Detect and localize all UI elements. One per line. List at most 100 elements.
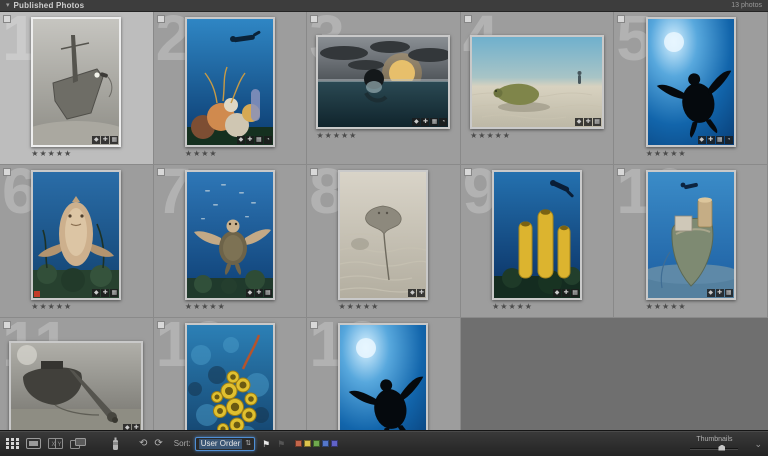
thumbnail-badges[interactable]: ◆✚▦ xyxy=(246,289,272,297)
grid-cell-7[interactable]: 7 ◆✚▦ ★★★★★ xyxy=(154,165,308,318)
toolbar-options-chevron-icon[interactable]: ⌄ xyxy=(754,436,762,452)
thumbnail-badges[interactable]: ◆✚▦◔ xyxy=(237,136,272,144)
photo-thumbnail[interactable] xyxy=(338,323,428,430)
thumbnail-badge-icon[interactable]: ◆ xyxy=(707,289,715,297)
thumbnail-badges[interactable]: ◆✚▦ xyxy=(92,289,118,297)
star-rating[interactable]: ★★★★★ xyxy=(646,301,736,312)
cell-marker-icon[interactable] xyxy=(310,15,318,23)
thumbnail-badges[interactable]: ◆✚▦◔ xyxy=(412,118,447,126)
thumbnail-badge-icon[interactable]: ✚ xyxy=(417,289,425,297)
thumbnail-badges[interactable]: ◆✚ xyxy=(123,424,140,430)
star-rating[interactable]: ★★★★ xyxy=(185,148,275,159)
cell-marker-icon[interactable] xyxy=(3,15,11,23)
thumbnail-badge-icon[interactable]: ✚ xyxy=(716,289,724,297)
photo-thumbnail[interactable]: ◆✚▦ xyxy=(185,170,275,300)
cell-marker-icon[interactable] xyxy=(310,168,318,176)
thumbnail-badge-icon[interactable]: ◆ xyxy=(237,136,245,144)
thumbnail-badge-icon[interactable]: ◆ xyxy=(408,289,416,297)
photo-thumbnail[interactable]: ◆✚▦ xyxy=(31,17,121,147)
cell-marker-icon[interactable] xyxy=(617,15,625,23)
thumbnail-badge-icon[interactable]: ▦ xyxy=(593,118,601,126)
photo-thumbnail[interactable]: ◆✚▦◔ xyxy=(316,35,450,129)
photo-thumbnail[interactable]: ◆✚▦ xyxy=(492,170,582,300)
grid-cell-13[interactable]: 13 xyxy=(307,318,461,430)
rotate-left-icon[interactable]: ⟲ xyxy=(139,436,147,452)
thumbnail-badge-icon[interactable]: ✚ xyxy=(707,136,715,144)
star-rating[interactable]: ★★★★★ xyxy=(492,301,582,312)
photo-thumbnail[interactable]: ◆✚ xyxy=(338,170,428,300)
photo-thumbnail[interactable]: ◆✚▦ xyxy=(470,35,604,129)
thumbnail-badge-icon[interactable]: ▦ xyxy=(255,136,263,144)
color-label-swatch-5[interactable] xyxy=(331,440,338,447)
photo-thumbnail[interactable] xyxy=(185,323,275,430)
photo-thumbnail[interactable]: ◆✚ xyxy=(9,341,143,430)
thumbnail-badges[interactable]: ◆✚ xyxy=(408,289,425,297)
flag-pick-icon[interactable]: ⚑ xyxy=(262,436,270,452)
cell-marker-icon[interactable] xyxy=(157,168,165,176)
grid-cell-3[interactable]: 3 ◆✚▦◔ ★★★★★ xyxy=(307,12,461,165)
cell-marker-icon[interactable] xyxy=(157,321,165,329)
loupe-view-icon[interactable] xyxy=(26,436,41,452)
grid-cell-11[interactable]: 11 ◆✚ xyxy=(0,318,154,430)
grid-cell-10[interactable]: 10 ◆✚▦ ★★★★★ xyxy=(614,165,768,318)
flag-reject-icon[interactable]: ⚑ xyxy=(277,436,285,452)
red-label-icon[interactable] xyxy=(34,291,40,297)
thumbnail-badge-icon[interactable]: ✚ xyxy=(421,118,429,126)
thumbnail-badge-icon[interactable]: ✚ xyxy=(132,424,140,430)
photo-thumbnail[interactable]: ◆✚▦◔ xyxy=(646,17,736,147)
thumbnail-badge-icon[interactable]: ◆ xyxy=(92,289,100,297)
star-rating[interactable]: ★★★★★ xyxy=(470,130,604,141)
thumbnail-badge-icon[interactable]: ✚ xyxy=(562,289,570,297)
thumbnail-badge-icon[interactable]: ◔ xyxy=(264,136,272,144)
grid-cell-6[interactable]: 6 ◆✚▦ ★★★★★ xyxy=(0,165,154,318)
thumbnail-badge-icon[interactable]: ✚ xyxy=(101,136,109,144)
thumbnail-badge-icon[interactable]: ▦ xyxy=(571,289,579,297)
thumbnail-badge-icon[interactable]: ▦ xyxy=(110,136,118,144)
thumbnail-badge-icon[interactable]: ✚ xyxy=(246,136,254,144)
thumbnail-badge-icon[interactable]: ◆ xyxy=(412,118,420,126)
cell-marker-icon[interactable] xyxy=(464,15,472,23)
color-label-swatch-3[interactable] xyxy=(313,440,320,447)
rotate-right-icon[interactable]: ⟳ xyxy=(154,436,162,452)
thumbnail-badges[interactable]: ◆✚▦ xyxy=(707,289,733,297)
star-rating[interactable]: ★★★★★ xyxy=(185,301,275,312)
star-rating[interactable]: ★★★★★ xyxy=(646,148,736,159)
star-rating[interactable]: ★★★★★ xyxy=(338,301,428,312)
grid-cell-9[interactable]: 9 ◆✚▦ ★★★★★ xyxy=(461,165,615,318)
cell-marker-icon[interactable] xyxy=(3,321,11,329)
thumbnail-badge-icon[interactable]: ▦ xyxy=(264,289,272,297)
thumbnail-badge-icon[interactable]: ✚ xyxy=(584,118,592,126)
cell-marker-icon[interactable] xyxy=(464,168,472,176)
collapse-arrow-icon[interactable]: ▾ xyxy=(6,0,10,12)
survey-view-icon[interactable] xyxy=(70,436,86,452)
photo-thumbnail[interactable]: ◆✚▦ xyxy=(31,170,121,300)
thumbnail-badges[interactable]: ◆✚▦ xyxy=(575,118,601,126)
thumbnail-badges[interactable]: ◆✚▦◔ xyxy=(698,136,733,144)
photo-thumbnail[interactable]: ◆✚▦◔ xyxy=(185,17,275,147)
thumbnail-badge-icon[interactable]: ◔ xyxy=(725,136,733,144)
thumbnail-badge-icon[interactable]: ▦ xyxy=(430,118,438,126)
thumbnail-badges[interactable]: ◆✚▦ xyxy=(553,289,579,297)
grid-cell-12[interactable]: 12 xyxy=(154,318,308,430)
thumbnail-badge-icon[interactable]: ▦ xyxy=(725,289,733,297)
cell-marker-icon[interactable] xyxy=(157,15,165,23)
thumbnail-badge-icon[interactable]: ◆ xyxy=(123,424,131,430)
grid-cell-5[interactable]: 5 ◆✚▦◔ ★★★★★ xyxy=(614,12,768,165)
thumbnail-badge-icon[interactable]: ◆ xyxy=(553,289,561,297)
sort-order-dropdown[interactable]: User Order ⇅ xyxy=(195,437,255,451)
photo-thumbnail[interactable]: ◆✚▦ xyxy=(646,170,736,300)
thumbnail-badge-icon[interactable]: ◆ xyxy=(698,136,706,144)
star-rating[interactable]: ★★★★★ xyxy=(31,301,121,312)
thumbnail-badge-icon[interactable]: ◆ xyxy=(246,289,254,297)
thumbnail-badge-icon[interactable]: ◆ xyxy=(575,118,583,126)
compare-view-icon[interactable]: XY xyxy=(48,436,63,452)
cell-marker-icon[interactable] xyxy=(310,321,318,329)
color-label-swatch-1[interactable] xyxy=(295,440,302,447)
grid-cell-2[interactable]: 2 ◆✚▦◔ ★★★★ xyxy=(154,12,308,165)
thumbnail-badge-icon[interactable]: ✚ xyxy=(255,289,263,297)
thumbnail-badge-icon[interactable]: ▦ xyxy=(716,136,724,144)
thumbnail-badge-icon[interactable]: ✚ xyxy=(101,289,109,297)
thumbnail-badge-icon[interactable]: ◆ xyxy=(92,136,100,144)
grid-cell-4[interactable]: 4 ◆✚▦ ★★★★★ xyxy=(461,12,615,165)
cell-marker-icon[interactable] xyxy=(617,168,625,176)
